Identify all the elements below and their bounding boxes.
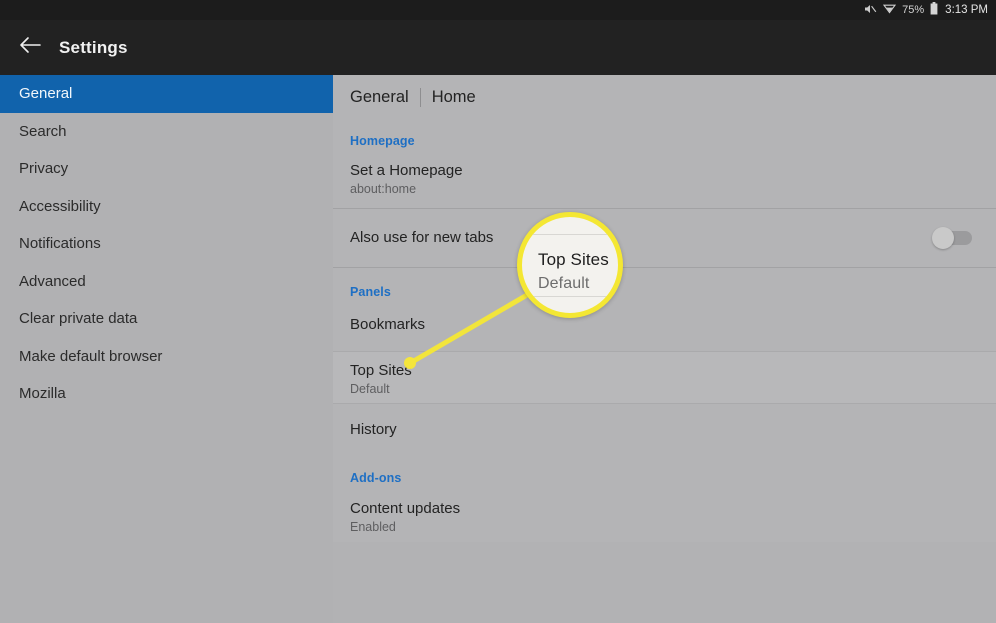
sidebar-item-search[interactable]: Search [0,113,333,151]
row-content-updates[interactable]: Content updates Enabled [333,500,996,542]
row-title: Set a Homepage [350,162,463,179]
mute-icon [864,3,877,18]
status-bar: 75% 3:13 PM [0,0,996,20]
sidebar-item-general[interactable]: General [0,75,333,113]
sidebar-item-label: Search [19,122,67,140]
divider [333,267,996,268]
battery-percent-label: 75% [902,4,925,16]
section-heading-addons: Add-ons [350,471,402,485]
row-history[interactable]: History [333,421,996,451]
sidebar-item-label: Accessibility [19,197,101,215]
row-title: Content updates [350,500,461,517]
magnifier-callout: Top Sites Default [517,212,623,318]
row-subtitle: about:home [350,182,417,197]
row-title: Also use for new tabs [350,229,494,247]
row-bookmarks[interactable]: Bookmarks [333,316,996,346]
row-subtitle: Default [350,382,390,397]
section-heading-homepage: Homepage [350,134,415,148]
sidebar-item-label: Notifications [19,235,101,253]
sidebar-item-label: Privacy [19,160,69,178]
sidebar-item-privacy[interactable]: Privacy [0,150,333,188]
section-heading-panels: Panels [350,285,391,299]
toggle-knob [932,227,954,249]
breadcrumb: General Home [333,75,996,107]
sidebar-item-make-default-browser[interactable]: Make default browser [0,338,333,376]
row-set-homepage[interactable]: Set a Homepage about:home [333,162,996,204]
settings-detail-panel: General Home Homepage Set a Homepage abo… [333,75,996,623]
breadcrumb-separator [419,88,421,107]
magnifier-callout-content: Top Sites Default [522,217,618,313]
status-bar-icons: 75% 3:13 PM [864,2,988,18]
row-title: Top Sites [350,362,412,379]
sidebar-item-label: Make default browser [19,347,163,365]
row-title: Bookmarks [350,316,426,333]
app-bar: Settings [0,20,996,75]
page-title: Settings [59,37,128,57]
sidebar-item-label: Mozilla [19,385,66,403]
callout-subtitle: Default [538,275,590,292]
new-tabs-toggle[interactable] [932,227,972,249]
row-top-sites[interactable]: Top Sites Default [333,352,996,403]
row-also-use-for-new-tabs[interactable]: Also use for new tabs [333,209,996,267]
sidebar-item-advanced[interactable]: Advanced [0,263,333,301]
back-button[interactable] [10,28,50,68]
sidebar-item-notifications[interactable]: Notifications [0,225,333,263]
content-area: General Search Privacy Accessibility Not… [0,75,996,623]
settings-sidebar: General Search Privacy Accessibility Not… [0,75,333,623]
clock-label: 3:13 PM [945,4,988,16]
back-arrow-icon [19,36,41,59]
callout-title: Top Sites [538,250,609,269]
row-title: History [350,421,397,438]
breadcrumb-current: Home [431,88,476,106]
sidebar-item-mozilla[interactable]: Mozilla [0,375,333,413]
screen-root: 75% 3:13 PM Settings General Search Priv… [0,0,996,623]
wifi-icon [883,3,897,18]
callout-divider-top [522,234,618,235]
divider [333,403,996,404]
sidebar-item-label: Clear private data [19,310,138,328]
callout-divider-bottom [522,296,618,297]
battery-icon [930,2,938,18]
sidebar-item-accessibility[interactable]: Accessibility [0,188,333,226]
sidebar-item-label: General [19,85,73,103]
row-subtitle: Enabled [350,520,396,535]
sidebar-item-label: Advanced [19,272,86,290]
breadcrumb-parent[interactable]: General [350,88,409,107]
sidebar-item-clear-private-data[interactable]: Clear private data [0,300,333,338]
bottom-empty-panel [333,542,996,623]
